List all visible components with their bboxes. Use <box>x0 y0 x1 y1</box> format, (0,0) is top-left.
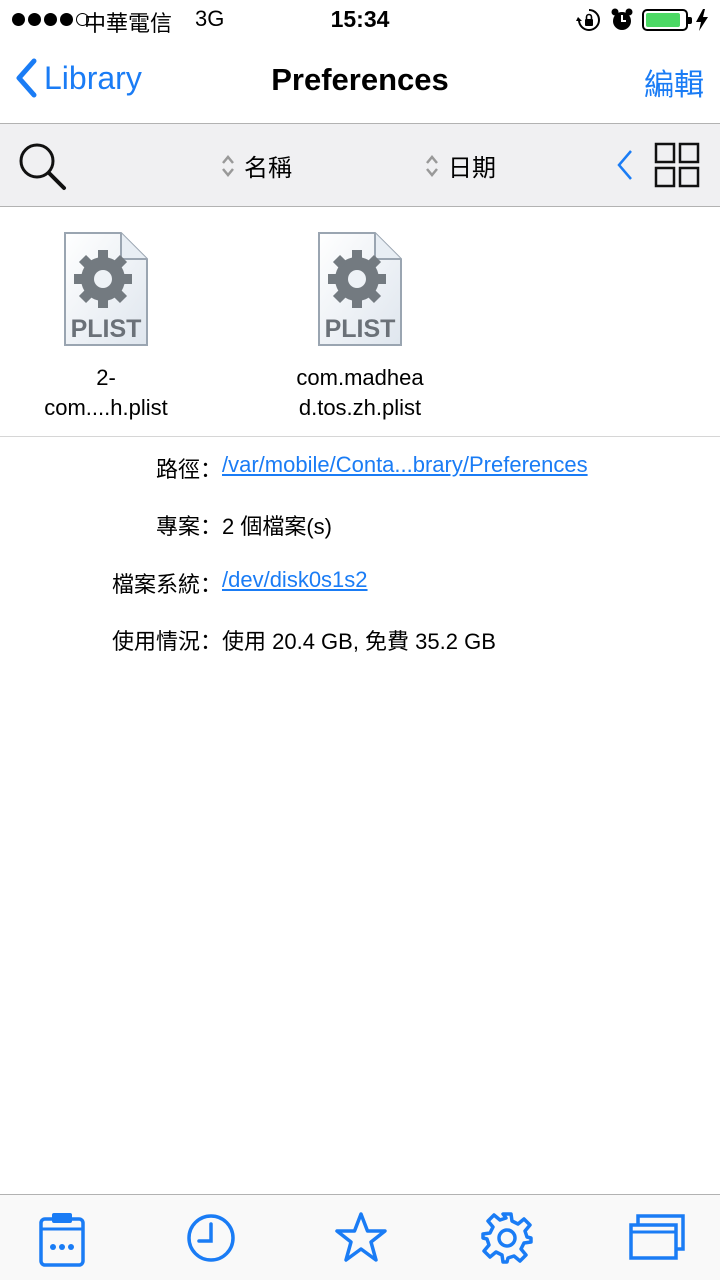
clipboard-icon[interactable] <box>38 1211 86 1267</box>
star-icon[interactable] <box>334 1211 388 1265</box>
alarm-icon <box>611 8 633 30</box>
sort-arrows-icon <box>222 154 234 177</box>
plist-icon-label: PLIST <box>71 315 142 343</box>
sort-by-name-button[interactable]: 名稱 <box>220 148 292 183</box>
windows-icon[interactable] <box>628 1213 686 1261</box>
info-row-path: 路徑： /var/mobile/Conta...brary/Preference… <box>0 448 720 488</box>
file-name-line: 2- <box>96 365 116 390</box>
browser-toolbar: 名稱 日期 <box>0 124 720 207</box>
items-label: 專案： <box>155 514 222 539</box>
plist-icon-label: PLIST <box>325 315 396 343</box>
file-grid: PLIST 2- com....h.plist PLIST com.madhea… <box>0 207 720 437</box>
info-row-filesystem: 檔案系統： /dev/disk0s1s2 <box>0 563 720 603</box>
page-title: Preferences <box>271 62 449 97</box>
path-label: 路徑： <box>155 457 222 482</box>
sort-name-label: 名稱 <box>244 155 292 182</box>
usage-label: 使用情況： <box>111 629 222 654</box>
usage-value: 使用 20.4 GB, 免費 35.2 GB <box>222 629 496 654</box>
filesystem-link[interactable]: /dev/disk0s1s2 <box>222 567 368 593</box>
file-name: com.madhea d.tos.zh.plist <box>250 363 470 423</box>
path-link[interactable]: /var/mobile/Conta...brary/Preferences <box>222 452 588 478</box>
file-name-line: d.tos.zh.plist <box>298 395 422 420</box>
gear-icon[interactable] <box>480 1211 534 1265</box>
orientation-lock-icon <box>576 8 600 31</box>
file-name-line: com.madhea <box>296 365 424 390</box>
plist-file-icon: PLIST <box>64 232 148 346</box>
charging-bolt-icon <box>696 9 708 31</box>
sort-date-label: 日期 <box>448 155 496 182</box>
grid-view-icon[interactable] <box>654 142 700 188</box>
chevron-left-icon[interactable] <box>614 148 636 182</box>
sort-by-date-button[interactable]: 日期 <box>424 148 496 183</box>
filesystem-label: 檔案系統： <box>111 572 222 597</box>
status-right-group <box>576 7 708 33</box>
sort-arrows-icon <box>426 154 438 177</box>
file-name-line: com....h.plist <box>44 395 168 420</box>
info-row-usage: 使用情況： 使用 20.4 GB, 免費 35.2 GB <box>0 620 720 660</box>
info-row-items: 專案： 2 個檔案(s) <box>0 505 720 545</box>
file-item[interactable]: PLIST 2- com....h.plist <box>0 231 216 423</box>
search-icon[interactable] <box>16 140 68 192</box>
status-bar: 中華電信 3G 15:34 <box>0 0 720 40</box>
battery-icon <box>642 9 692 31</box>
tab-bar <box>0 1194 720 1280</box>
navigation-bar: Library Preferences 編輯 <box>0 40 720 124</box>
clock-icon[interactable] <box>186 1213 236 1263</box>
items-value: 2 個檔案(s) <box>222 514 333 539</box>
plist-file-icon: PLIST <box>318 232 402 346</box>
edit-button[interactable]: 編輯 <box>644 60 704 104</box>
file-name: 2- com....h.plist <box>0 363 216 423</box>
file-item[interactable]: PLIST com.madhea d.tos.zh.plist <box>250 231 470 423</box>
